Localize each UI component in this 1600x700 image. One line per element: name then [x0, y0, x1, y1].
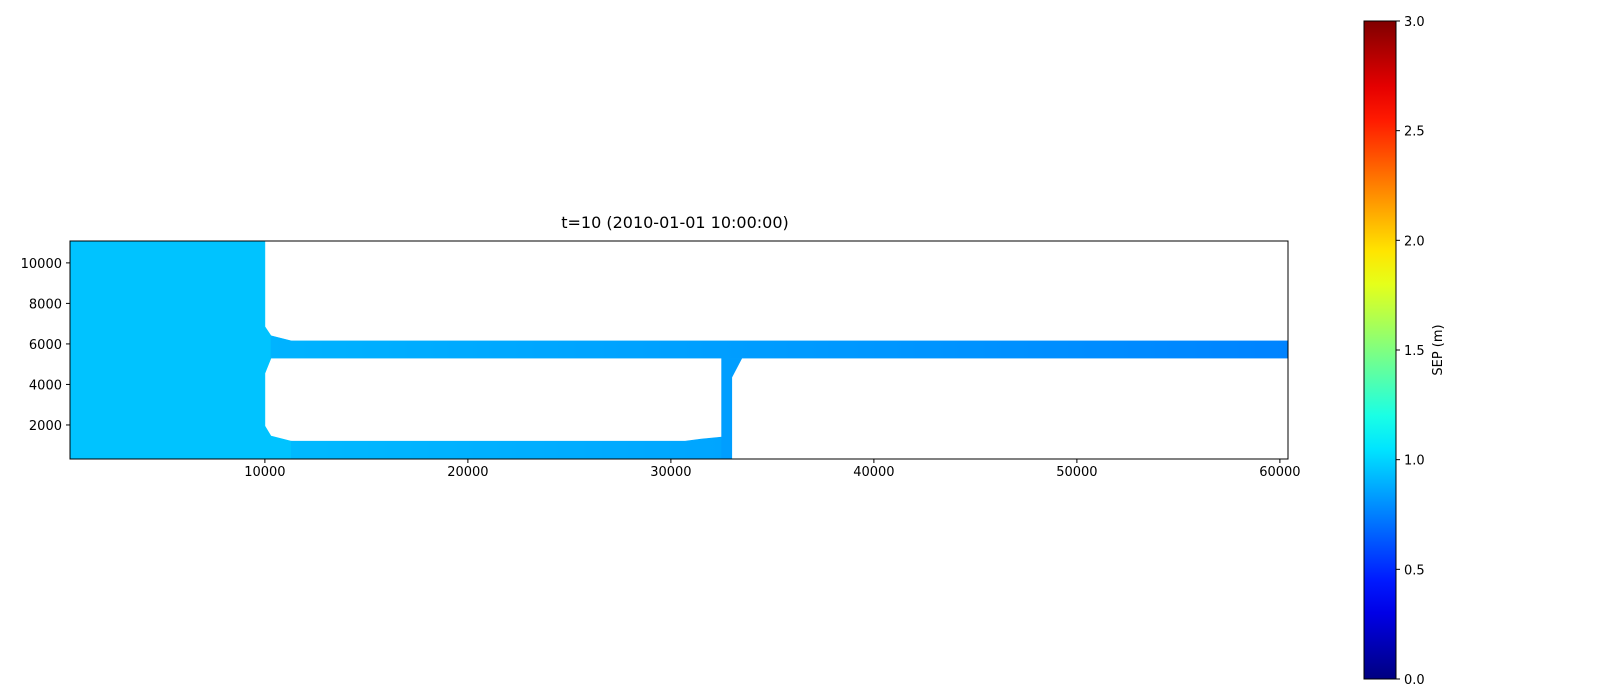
x-tick-label: 40000	[853, 465, 894, 480]
colorbar-tick-label: 2.5	[1404, 125, 1425, 140]
colorbar-tick-label: 3.0	[1404, 15, 1425, 30]
x-tick-label: 60000	[1259, 465, 1300, 480]
colorbar-label: SEP (m)	[1431, 324, 1446, 375]
colorbar-tick-label: 0.5	[1404, 563, 1425, 578]
region-upper-channel	[270, 335, 1289, 359]
x-tick-label: 10000	[244, 465, 285, 480]
y-tick-label: 10000	[21, 257, 62, 272]
region-basin	[69, 240, 292, 460]
figure: t=10 (2010-01-01 10:00:00) 10000 20000 300…	[21, 15, 1446, 688]
y-tick-label: 2000	[29, 419, 62, 434]
x-tick-label: 20000	[447, 465, 488, 480]
y-tick-label: 6000	[29, 338, 62, 353]
colorbar-tick-label: 1.5	[1404, 344, 1425, 359]
x-tick-label: 30000	[650, 465, 691, 480]
x-tick-label: 50000	[1056, 465, 1097, 480]
plot-area: 10000 20000 30000 40000 50000 60000 2000 4000 60…	[21, 240, 1301, 480]
y-tick-label: 8000	[29, 297, 62, 312]
chart-title: t=10 (2010-01-01 10:00:00)	[561, 213, 789, 232]
colorbar-gradient	[1363, 20, 1397, 680]
y-tick-label: 4000	[29, 378, 62, 393]
colorbar: 0.0 0.5 1.0 1.5 2.0 2.5 3.0	[1363, 15, 1425, 688]
colorbar-tick-label: 1.0	[1404, 454, 1425, 469]
colorbar-tick-label: 2.0	[1404, 234, 1425, 249]
region-lower-channel	[290, 436, 722, 460]
region-connector	[721, 357, 743, 460]
colorbar-tick-label: 0.0	[1404, 673, 1425, 688]
